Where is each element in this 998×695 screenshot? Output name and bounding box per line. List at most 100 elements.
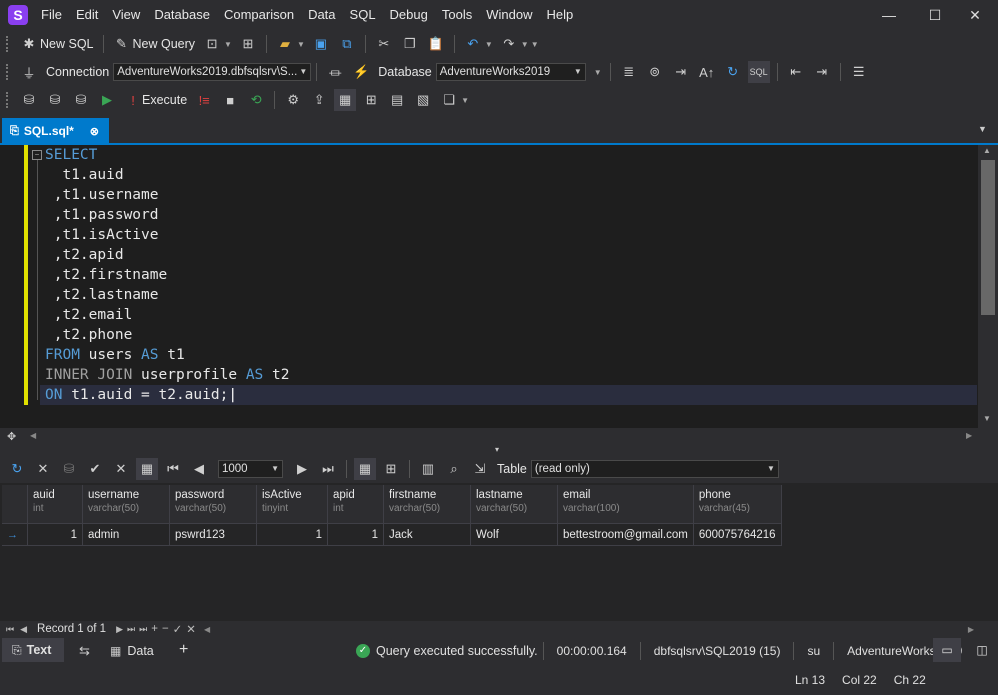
paste-icon[interactable]: 📋 — [425, 33, 447, 55]
indent-icon[interactable]: ⇥ — [670, 61, 692, 83]
next-record-icon[interactable]: ▶ — [116, 624, 123, 635]
list-icon[interactable]: ☰ — [848, 61, 870, 83]
add-record-icon[interactable]: + — [151, 623, 158, 635]
history-icon[interactable]: ⟲ — [245, 89, 267, 111]
object-icon[interactable]: ⊚ — [644, 61, 666, 83]
table-select[interactable]: (read only) ▼ — [530, 460, 779, 478]
tab-data[interactable]: ▦ Data — [110, 640, 154, 662]
grid-cell[interactable]: 1 — [327, 523, 384, 546]
cancel-record-icon[interactable]: ✕ — [186, 622, 196, 636]
grid-cell[interactable]: Wolf — [470, 523, 558, 546]
new-query-button[interactable]: New Query — [133, 37, 196, 51]
next-page-icon[interactable]: ▶ — [291, 458, 313, 480]
menu-data[interactable]: Data — [301, 0, 342, 30]
fold-toggle-icon[interactable]: − — [32, 150, 42, 160]
export-icon[interactable]: ⇪ — [308, 89, 330, 111]
column-header-lastname[interactable]: lastname varchar(50) — [470, 485, 558, 524]
save-all-icon[interactable]: ⧉ — [336, 33, 358, 55]
chart-icon[interactable]: ▤ — [386, 89, 408, 111]
font-size-icon[interactable]: A↑ — [696, 61, 718, 83]
columns-icon[interactable]: ▥ — [417, 458, 439, 480]
toolbar-grip[interactable] — [6, 92, 12, 108]
sql-mode-icon[interactable]: SQL — [747, 61, 770, 83]
chevron-down-icon[interactable]: ▼ — [485, 40, 493, 49]
find-icon[interactable]: ⌕ — [443, 458, 465, 480]
toolbar-grip[interactable] — [6, 64, 12, 80]
close-window-button[interactable]: ✕ — [952, 0, 998, 30]
connection-select[interactable]: AdventureWorks2019.dbfsqlsrv\S... ▼ — [113, 63, 312, 81]
page-size-select[interactable]: 1000 ▼ — [218, 460, 283, 478]
cancel-icon[interactable]: ✕ — [32, 458, 54, 480]
previous-record-icon[interactable]: ◀ — [20, 624, 27, 635]
chevron-down-icon[interactable]: ▼ — [297, 40, 305, 49]
table-row[interactable]: → 1 admin pswrd123 1 1 Jack Wolf bettest… — [2, 523, 782, 546]
menu-tools[interactable]: Tools — [435, 0, 479, 30]
database-settings-icon[interactable]: ⛁ — [44, 89, 66, 111]
column-header-password[interactable]: password varchar(50) — [169, 485, 257, 524]
close-tab-icon[interactable]: ⊗ — [90, 125, 99, 138]
toolbar-overflow-icon[interactable]: ▼ — [531, 40, 539, 49]
menu-view[interactable]: View — [105, 0, 147, 30]
first-record-icon[interactable]: ⏮ — [6, 624, 14, 635]
export-data-icon[interactable]: ⇲ — [469, 458, 491, 480]
column-header-apid[interactable]: apid int — [327, 485, 384, 524]
column-header-isactive[interactable]: isActive tinyint — [256, 485, 328, 524]
menu-debug[interactable]: Debug — [383, 0, 435, 30]
new-object-icon[interactable]: ⊞ — [237, 33, 259, 55]
grid-view-icon[interactable]: ▦ — [334, 89, 357, 111]
scroll-right-icon[interactable]: ▶ — [966, 431, 972, 440]
scroll-up-icon[interactable]: ▲ — [983, 146, 991, 155]
editor-scroll-thumb[interactable] — [981, 160, 995, 315]
editor-horizontal-scrollbar[interactable] — [0, 428, 998, 446]
table-view-icon[interactable]: ▦ — [354, 458, 376, 480]
grid-mode-icon[interactable]: ▦ — [136, 458, 158, 480]
grid-cell[interactable]: Jack — [383, 523, 471, 546]
redo-icon[interactable]: ↷ — [498, 33, 520, 55]
undo-icon[interactable]: ↶ — [462, 33, 484, 55]
grid-cell[interactable]: admin — [82, 523, 170, 546]
execute-button[interactable]: Execute — [142, 93, 187, 107]
column-header-auid[interactable]: auid int — [27, 485, 83, 524]
database-check-icon[interactable]: ⛁ — [70, 89, 92, 111]
layout-icon[interactable]: ❏ — [438, 89, 460, 111]
connect-new-icon[interactable]: ⚡ — [350, 61, 372, 83]
menu-edit[interactable]: Edit — [69, 0, 105, 30]
panel-layout-icon[interactable]: ◫ — [970, 638, 994, 662]
menu-window[interactable]: Window — [479, 0, 539, 30]
split-icon[interactable]: ✥ — [7, 430, 16, 443]
refresh-icon[interactable]: ↻ — [722, 61, 744, 83]
last-page-icon[interactable]: ⏭ — [317, 458, 339, 480]
menu-file[interactable]: File — [34, 0, 69, 30]
chevron-down-icon[interactable]: ▼ — [224, 40, 232, 49]
column-header-username[interactable]: username varchar(50) — [82, 485, 170, 524]
design-icon[interactable]: ⊞ — [360, 89, 382, 111]
database-icon[interactable]: ⛁ — [18, 89, 40, 111]
new-sql-button[interactable]: New SQL — [40, 37, 94, 51]
delete-record-icon[interactable]: − — [162, 623, 169, 635]
align-left-icon[interactable]: ⇤ — [785, 61, 807, 83]
align-right-icon[interactable]: ⇥ — [811, 61, 833, 83]
connect-plug-icon[interactable]: ⏚ — [18, 61, 40, 83]
new-item-icon[interactable]: ⊡ — [201, 33, 223, 55]
toolbar-grip[interactable] — [6, 36, 12, 52]
switch-icon[interactable]: ⇆ — [79, 643, 90, 659]
scroll-down-icon[interactable]: ▼ — [983, 414, 991, 423]
grid-cell[interactable]: 600075764216 — [693, 523, 782, 546]
panel-toggle-icon[interactable]: ▭ — [933, 638, 961, 662]
cut-icon[interactable]: ✂ — [373, 33, 395, 55]
menu-comparison[interactable]: Comparison — [217, 0, 301, 30]
grid-cell[interactable]: bettestroom@gmail.com — [557, 523, 694, 546]
post-record-icon[interactable]: ✓ — [173, 622, 183, 636]
column-header-email[interactable]: email varchar(100) — [557, 485, 694, 524]
column-header-phone[interactable]: phone varchar(45) — [693, 485, 782, 524]
grid-cell[interactable]: pswrd123 — [169, 523, 257, 546]
stop-icon[interactable]: ■ — [219, 89, 241, 111]
copy-icon[interactable]: ❐ — [399, 33, 421, 55]
add-tab-icon[interactable]: + — [179, 641, 188, 659]
discard-icon[interactable]: ✕ — [110, 458, 132, 480]
save-icon[interactable]: ▣ — [310, 33, 332, 55]
refresh-icon[interactable]: ↻ — [6, 458, 28, 480]
menu-database[interactable]: Database — [147, 0, 217, 30]
database-select[interactable]: AdventureWorks2019 ▼ — [435, 63, 586, 81]
chevron-down-icon[interactable]: ▼ — [521, 40, 529, 49]
